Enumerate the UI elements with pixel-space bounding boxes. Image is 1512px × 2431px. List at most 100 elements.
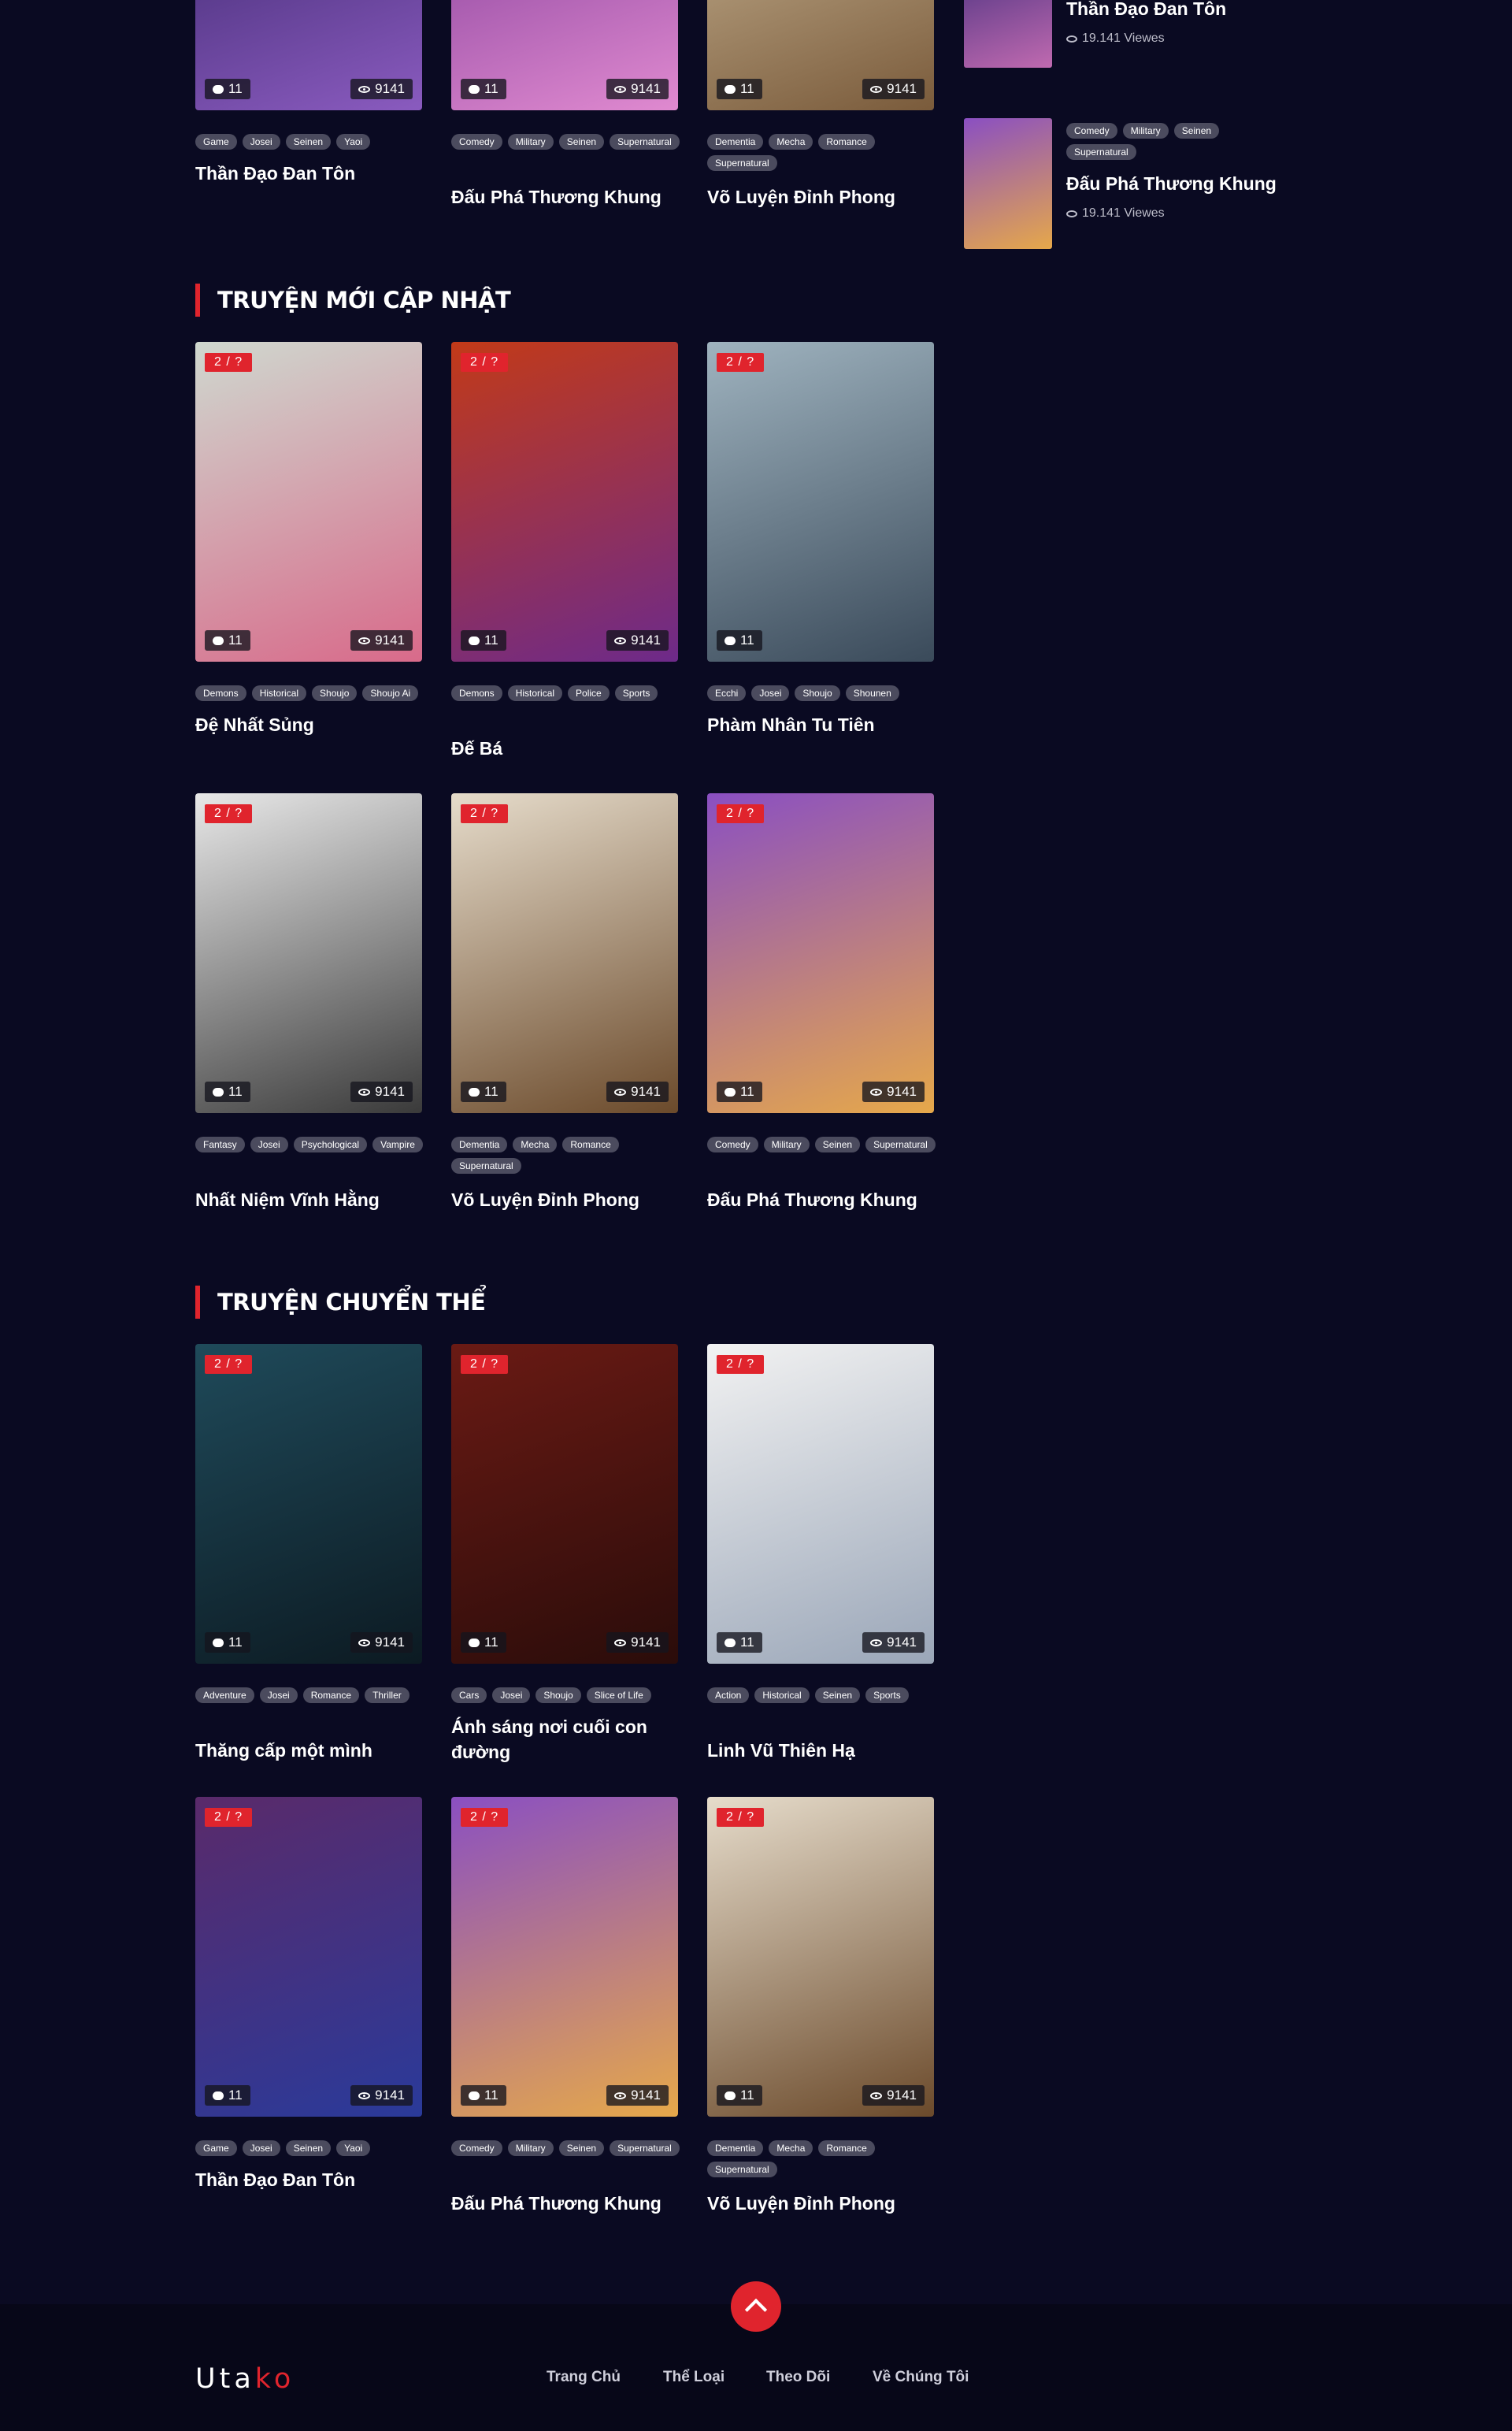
story-cover[interactable]: 2 / ? 11 9141 xyxy=(451,1344,678,1664)
genre-tag[interactable]: Sports xyxy=(865,1687,909,1703)
story-cover[interactable]: 2 / ? 11 9141 xyxy=(195,793,422,1113)
sidebar-thumbnail[interactable] xyxy=(964,118,1052,249)
footer-link-home[interactable]: Trang Chủ xyxy=(547,2369,621,2386)
genre-tag[interactable]: Demons xyxy=(195,685,246,701)
story-cover[interactable]: 2 / ? 11 9141 xyxy=(451,793,678,1113)
genre-tag[interactable]: Dementia xyxy=(451,1137,508,1152)
genre-tag[interactable]: Seinen xyxy=(285,2140,332,2156)
sidebar-thumbnail[interactable] xyxy=(964,0,1052,68)
genre-tag[interactable]: Romance xyxy=(562,1137,619,1152)
genre-tag[interactable]: Seinen xyxy=(814,1137,861,1152)
genre-tag[interactable]: Comedy xyxy=(451,2140,502,2156)
genre-tag[interactable]: Yaoi xyxy=(336,134,371,150)
story-title[interactable]: Ánh sáng nơi cuối con đường xyxy=(451,1714,687,1765)
story-title[interactable]: Đệ Nhất Sủng xyxy=(195,712,432,737)
genre-tag[interactable]: Slice of Life xyxy=(586,1687,651,1703)
genre-tag[interactable]: Demons xyxy=(451,685,502,701)
story-title[interactable]: Thăng cấp một mình xyxy=(195,1738,432,1763)
story-cover[interactable]: 2 / ? 11 9141 xyxy=(451,342,678,662)
genre-tag[interactable]: Sports xyxy=(614,685,658,701)
story-cover[interactable]: 2 / ? 11 9141 xyxy=(195,342,422,662)
genre-tag[interactable]: Josei xyxy=(250,1137,288,1152)
story-title[interactable]: Nhất Niệm Vĩnh Hằng xyxy=(195,1187,432,1212)
genre-tag[interactable]: Supernatural xyxy=(707,155,777,171)
genre-tag[interactable]: Dementia xyxy=(707,134,764,150)
genre-tag[interactable]: Vampire xyxy=(372,1137,423,1152)
genre-tag[interactable]: Seinen xyxy=(814,1687,861,1703)
story-title[interactable]: Võ Luyện Đỉnh Phong xyxy=(707,2191,943,2216)
genre-tag[interactable]: Thriller xyxy=(365,1687,410,1703)
genre-tag[interactable]: Josei xyxy=(242,134,280,150)
genre-tag[interactable]: Supernatural xyxy=(610,134,680,150)
genre-tag[interactable]: Shoujo xyxy=(795,685,840,701)
genre-tag[interactable]: Mecha xyxy=(513,1137,558,1152)
genre-tag[interactable]: Military xyxy=(1122,123,1169,139)
genre-tag[interactable]: Romance xyxy=(818,2140,875,2156)
story-cover[interactable]: 2 / ? 11 9141 xyxy=(195,1797,422,2117)
story-cover[interactable]: 2 / ? 11 9141 xyxy=(707,793,934,1113)
story-title[interactable]: Võ Luyện Đỉnh Phong xyxy=(707,184,943,210)
genre-tag[interactable]: Supernatural xyxy=(451,1158,521,1174)
genre-tag[interactable]: Josei xyxy=(751,685,790,701)
story-cover[interactable]: 11 9141 xyxy=(195,0,422,110)
genre-tag[interactable]: Comedy xyxy=(1066,123,1117,139)
genre-tag[interactable]: Military xyxy=(507,2140,554,2156)
sidebar-story-title[interactable]: Thần Đạo Đan Tôn xyxy=(1066,0,1226,20)
story-title[interactable]: Phàm Nhân Tu Tiên xyxy=(707,712,943,737)
genre-tag[interactable]: Cars xyxy=(451,1687,487,1703)
genre-tag[interactable]: Shounen xyxy=(845,685,899,701)
genre-tag[interactable]: Romance xyxy=(302,1687,360,1703)
genre-tag[interactable]: Supernatural xyxy=(1066,144,1136,160)
footer-link-about[interactable]: Về Chúng Tôi xyxy=(873,2369,969,2386)
story-cover[interactable]: 2 / ? 11 9141 xyxy=(707,1344,934,1664)
genre-tag[interactable]: Game xyxy=(195,134,237,150)
story-title[interactable]: Đấu Phá Thương Khung xyxy=(707,1187,943,1212)
genre-tag[interactable]: Seinen xyxy=(558,134,605,150)
genre-tag[interactable]: Supernatural xyxy=(707,2162,777,2177)
genre-tag[interactable]: Adventure xyxy=(195,1687,254,1703)
sidebar-story-title[interactable]: Đấu Phá Thương Khung xyxy=(1066,173,1277,195)
story-cover[interactable]: 2 / ? 11 xyxy=(707,342,934,662)
genre-tag[interactable]: Shoujo xyxy=(536,1687,581,1703)
genre-tag[interactable]: Romance xyxy=(818,134,875,150)
genre-tag[interactable]: Action xyxy=(707,1687,750,1703)
genre-tag[interactable]: Josei xyxy=(492,1687,531,1703)
genre-tag[interactable]: Seinen xyxy=(285,134,332,150)
genre-tag[interactable]: Josei xyxy=(242,2140,280,2156)
genre-tag[interactable]: Game xyxy=(195,2140,237,2156)
story-title[interactable]: Đấu Phá Thương Khung xyxy=(451,2191,687,2216)
genre-tag[interactable]: Military xyxy=(763,1137,810,1152)
genre-tag[interactable]: Ecchi xyxy=(707,685,747,701)
genre-tag[interactable]: Fantasy xyxy=(195,1137,245,1152)
genre-tag[interactable]: Psychological xyxy=(293,1137,368,1152)
footer-link-genres[interactable]: Thể Loại xyxy=(663,2369,724,2386)
back-to-top-button[interactable] xyxy=(731,2281,781,2332)
footer-logo[interactable]: Utako xyxy=(195,2363,295,2395)
story-title[interactable]: Đế Bá xyxy=(451,736,687,761)
genre-tag[interactable]: Seinen xyxy=(558,2140,605,2156)
genre-tag[interactable]: Mecha xyxy=(769,2140,813,2156)
genre-tag[interactable]: Comedy xyxy=(451,134,502,150)
genre-tag[interactable]: Supernatural xyxy=(865,1137,936,1152)
genre-tag[interactable]: Shoujo Ai xyxy=(362,685,419,701)
genre-tag[interactable]: Comedy xyxy=(707,1137,758,1152)
story-title[interactable]: Đấu Phá Thương Khung xyxy=(451,184,687,210)
story-title[interactable]: Thần Đạo Đan Tôn xyxy=(195,161,432,186)
genre-tag[interactable]: Police xyxy=(568,685,610,701)
story-cover[interactable]: 2 / ? 11 9141 xyxy=(707,1797,934,2117)
genre-tag[interactable]: Historical xyxy=(507,685,563,701)
genre-tag[interactable]: Historical xyxy=(754,1687,810,1703)
story-cover[interactable]: 11 9141 xyxy=(707,0,934,110)
genre-tag[interactable]: Military xyxy=(507,134,554,150)
story-title[interactable]: Thần Đạo Đan Tôn xyxy=(195,2167,432,2192)
story-title[interactable]: Võ Luyện Đỉnh Phong xyxy=(451,1187,687,1212)
story-cover[interactable]: 11 9141 xyxy=(451,0,678,110)
genre-tag[interactable]: Shoujo xyxy=(312,685,358,701)
genre-tag[interactable]: Seinen xyxy=(1173,123,1220,139)
genre-tag[interactable]: Historical xyxy=(251,685,307,701)
story-cover[interactable]: 2 / ? 11 9141 xyxy=(451,1797,678,2117)
genre-tag[interactable]: Mecha xyxy=(769,134,813,150)
footer-link-following[interactable]: Theo Dõi xyxy=(766,2369,830,2386)
genre-tag[interactable]: Yaoi xyxy=(336,2140,371,2156)
genre-tag[interactable]: Dementia xyxy=(707,2140,764,2156)
